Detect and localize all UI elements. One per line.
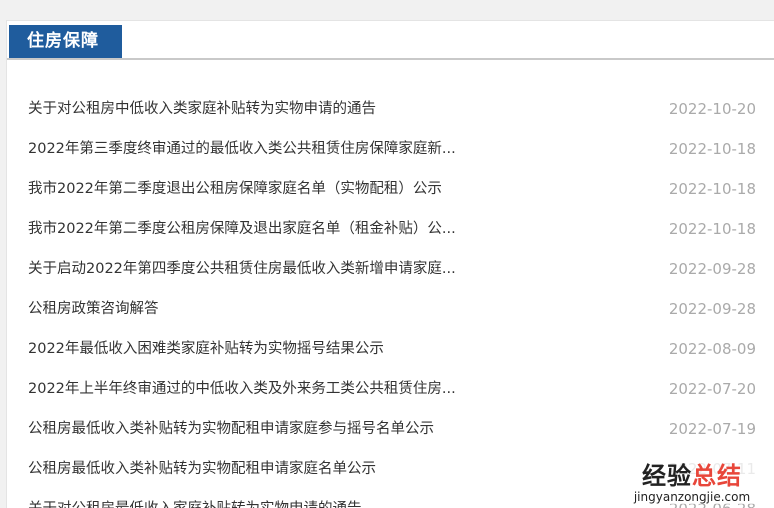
list-item[interactable]: 关于对公租房中低收入类家庭补贴转为实物申请的通告 2022-10-20 — [7, 89, 774, 129]
section-header: 住房保障 — [7, 21, 774, 60]
list-item[interactable]: 我市2022年第二季度退出公租房保障家庭名单（实物配租）公示 2022-10-1… — [7, 169, 774, 209]
news-date: 2022-10-20 — [668, 100, 756, 118]
watermark-logo-text: 经验总结 — [617, 462, 767, 490]
news-title-link[interactable]: 关于启动2022年第四季度公共租赁住房最低收入类新增申请家庭... — [28, 249, 456, 289]
news-title-link[interactable]: 2022年上半年终审通过的中低收入类及外来务工类公共租赁住房... — [28, 369, 456, 409]
news-date: 2022-10-18 — [668, 180, 756, 198]
news-title-link[interactable]: 公租房最低收入类补贴转为实物配租申请家庭名单公示 — [28, 449, 376, 489]
site-watermark: 经验总结 jingyanzongjie.com — [617, 462, 767, 504]
list-item[interactable]: 公租房最低收入类补贴转为实物配租申请家庭参与摇号名单公示 2022-07-19 — [7, 409, 774, 449]
news-date: 2022-10-18 — [668, 140, 756, 158]
list-item[interactable]: 2022年上半年终审通过的中低收入类及外来务工类公共租赁住房... 2022-0… — [7, 369, 774, 409]
news-date: 2022-07-19 — [668, 420, 756, 438]
news-title-link[interactable]: 我市2022年第二季度退出公租房保障家庭名单（实物配租）公示 — [28, 169, 442, 209]
news-date: 2022-07-20 — [668, 380, 756, 398]
news-title-link[interactable]: 我市2022年第二季度公租房保障及退出家庭名单（租金补贴）公... — [28, 209, 456, 249]
list-item[interactable]: 关于启动2022年第四季度公共租赁住房最低收入类新增申请家庭... 2022-0… — [7, 249, 774, 289]
list-item[interactable]: 公租房政策咨询解答 2022-09-28 — [7, 289, 774, 329]
news-list: 关于对公租房中低收入类家庭补贴转为实物申请的通告 2022-10-20 2022… — [7, 89, 774, 508]
housing-security-panel: 住房保障 关于对公租房中低收入类家庭补贴转为实物申请的通告 2022-10-20… — [6, 20, 774, 508]
news-title-link[interactable]: 关于对公租房最低收入家庭补贴转为实物申请的通告 — [28, 489, 362, 508]
watermark-text-accent: 总结 — [692, 462, 742, 490]
news-title-link[interactable]: 2022年最低收入困难类家庭补贴转为实物摇号结果公示 — [28, 329, 384, 369]
news-title-link[interactable]: 公租房最低收入类补贴转为实物配租申请家庭参与摇号名单公示 — [28, 409, 434, 449]
list-item[interactable]: 我市2022年第二季度公租房保障及退出家庭名单（租金补贴）公... 2022-1… — [7, 209, 774, 249]
news-title-link[interactable]: 关于对公租房中低收入类家庭补贴转为实物申请的通告 — [28, 89, 376, 129]
list-item[interactable]: 2022年第三季度终审通过的最低收入类公共租赁住房保障家庭新... 2022-1… — [7, 129, 774, 169]
news-date: 2022-09-28 — [668, 260, 756, 278]
tab-housing-security[interactable]: 住房保障 — [9, 25, 122, 58]
news-title-link[interactable]: 2022年第三季度终审通过的最低收入类公共租赁住房保障家庭新... — [28, 129, 456, 169]
list-item[interactable]: 2022年最低收入困难类家庭补贴转为实物摇号结果公示 2022-08-09 — [7, 329, 774, 369]
news-date: 2022-09-28 — [668, 300, 756, 318]
news-date: 2022-08-09 — [668, 340, 756, 358]
news-title-link[interactable]: 公租房政策咨询解答 — [28, 289, 159, 329]
watermark-url: jingyanzongjie.com — [633, 490, 751, 504]
news-date: 2022-10-18 — [668, 220, 756, 238]
watermark-text-main: 经验 — [642, 462, 692, 490]
